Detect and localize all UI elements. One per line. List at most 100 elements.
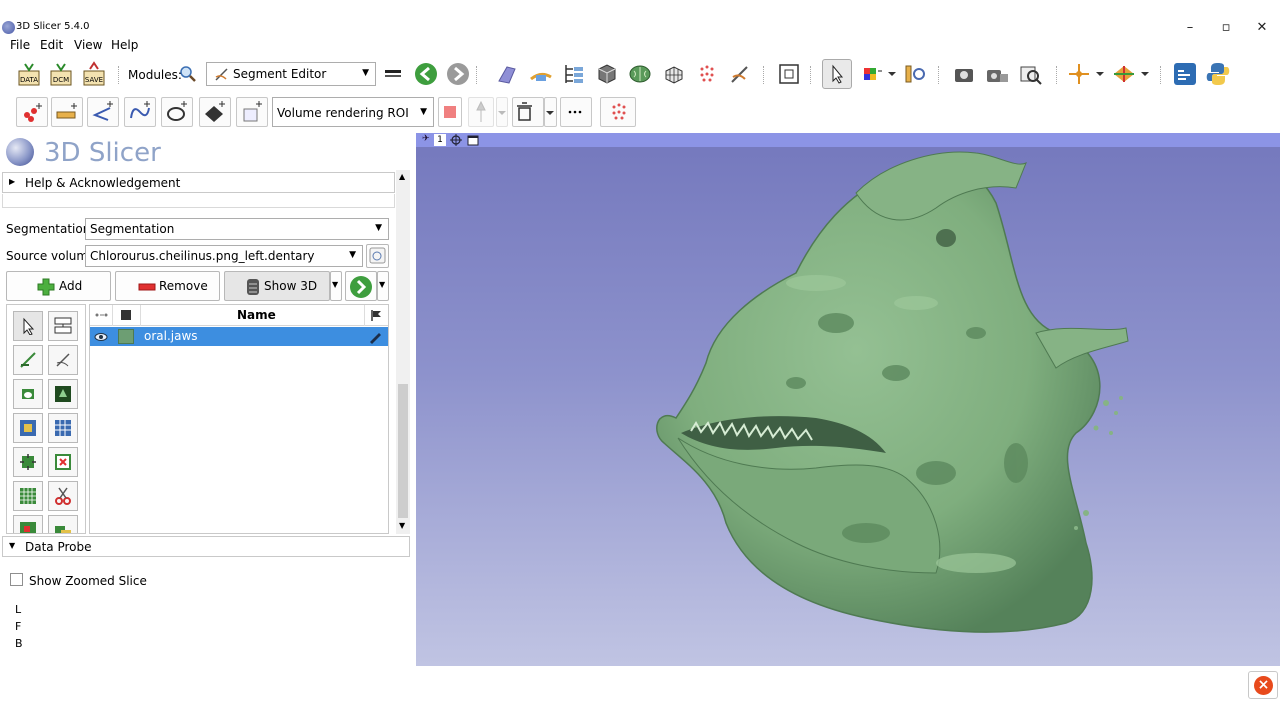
export-segmentation-button[interactable] [345, 271, 377, 301]
models-module-button[interactable] [627, 61, 653, 87]
islands-icon [20, 522, 36, 533]
create-roi-button[interactable] [236, 97, 268, 127]
slice-intersections-button[interactable] [1111, 61, 1137, 87]
slice-intersections-dropdown[interactable] [1139, 61, 1151, 87]
maximize-button[interactable]: ▫ [1209, 18, 1243, 38]
load-dicom-button[interactable]: DCM [48, 61, 74, 87]
layout-button[interactable] [776, 61, 802, 87]
eye-header-icon [95, 313, 108, 317]
create-angle-button[interactable] [87, 97, 119, 127]
effect-none[interactable] [13, 311, 43, 341]
chevron-down-icon [1096, 72, 1104, 76]
menu-edit[interactable]: Edit [40, 38, 63, 52]
source-volume-selector[interactable]: Chlorourus.cheilinus.png_left.dentary ▼ [85, 245, 363, 267]
scroll-down-icon[interactable]: ▼ [399, 521, 405, 530]
jupyter-button[interactable] [1172, 61, 1198, 87]
markup-color-button[interactable] [438, 97, 462, 127]
effect-margin[interactable] [13, 447, 43, 477]
extensions-manager-button[interactable] [984, 61, 1010, 87]
search-view-button[interactable] [1018, 61, 1044, 87]
effect-smoothing[interactable] [13, 481, 43, 511]
effect-fill-between-slices[interactable] [48, 413, 78, 443]
segmentation-selector[interactable]: Segmentation ▼ [85, 218, 389, 240]
data-probe-label: Data Probe [25, 540, 92, 554]
create-curve-button[interactable] [124, 97, 156, 127]
markup-visibility-button[interactable] [468, 97, 494, 127]
show-3d-button[interactable]: Show 3D [224, 271, 330, 301]
effect-islands[interactable] [13, 515, 43, 533]
place-markup-button[interactable] [860, 61, 886, 87]
fiducials-module-button[interactable] [694, 61, 720, 87]
remove-segment-button[interactable]: Remove [115, 271, 220, 301]
create-closed-curve-button[interactable] [161, 97, 193, 127]
save-data-button[interactable]: SAVE [81, 61, 107, 87]
segment-name[interactable]: oral.jaws [144, 329, 198, 343]
delete-markup-dropdown[interactable] [544, 97, 557, 127]
previous-module-button[interactable] [413, 61, 439, 87]
3d-view[interactable]: ✈ 1 [416, 133, 1280, 666]
effect-hollow[interactable] [48, 447, 78, 477]
effect-paint[interactable] [13, 345, 43, 375]
create-point-list-button[interactable] [16, 97, 48, 127]
source-volume-options-button[interactable] [366, 244, 389, 268]
module-search-button[interactable] [178, 64, 198, 84]
screenshot-button[interactable] [951, 61, 977, 87]
create-line-button[interactable] [51, 97, 83, 127]
panel-scrollbar[interactable]: ▲ ▼ [396, 170, 410, 534]
add-segment-button[interactable]: Add [6, 271, 111, 301]
eye-icon[interactable] [94, 331, 108, 343]
show-3d-dropdown[interactable]: ▼ [330, 271, 342, 301]
effect-scissors[interactable] [48, 481, 78, 511]
markup-visibility-dropdown[interactable] [496, 97, 508, 127]
effect-level-tracing[interactable] [48, 379, 78, 409]
menu-file[interactable]: File [10, 38, 30, 52]
effect-paint-toolbar[interactable] [48, 311, 78, 341]
effect-grow-from-seeds[interactable] [13, 413, 43, 443]
segmentations-module-button[interactable] [661, 61, 687, 87]
crosshair-dropdown[interactable] [1094, 61, 1106, 87]
markups-toolbar: Volume rendering ROI ▼ [0, 95, 1280, 131]
data-module-button[interactable] [561, 61, 587, 87]
error-log-button[interactable]: × [1248, 671, 1278, 699]
more-options-button[interactable] [560, 97, 592, 127]
effect-logical-operators[interactable] [48, 515, 78, 533]
effect-draw[interactable] [48, 345, 78, 375]
python-console-button[interactable] [1205, 61, 1231, 87]
toolbar-separator [810, 66, 812, 84]
effect-erase[interactable] [13, 379, 43, 409]
chevron-down-icon: ▼ [420, 107, 427, 117]
load-data-button[interactable]: DATA [16, 61, 42, 87]
crosshair-button[interactable] [1066, 61, 1092, 87]
menu-help[interactable]: Help [111, 38, 138, 52]
crosshair-layout-button[interactable] [902, 61, 928, 87]
module-menu-button[interactable] [380, 61, 406, 87]
segment-color-swatch[interactable] [118, 329, 134, 344]
segment-editor-module-button[interactable] [727, 61, 753, 87]
transforms-module-button[interactable] [528, 61, 554, 87]
help-acknowledgement-section[interactable]: ▶ Help & Acknowledgement [2, 172, 395, 193]
close-window-button[interactable]: ✕ [1245, 18, 1279, 38]
curve-icon [130, 101, 150, 119]
brain-icon [629, 65, 651, 83]
export-dropdown[interactable]: ▼ [377, 271, 389, 301]
next-module-button[interactable] [445, 61, 471, 87]
module-selector[interactable]: Segment Editor ▼ [206, 62, 376, 86]
snap-points-button[interactable] [600, 97, 636, 127]
show-zoomed-slice-checkbox[interactable] [10, 573, 23, 586]
table-row[interactable]: oral.jaws [90, 327, 388, 346]
place-markup-dropdown[interactable] [886, 61, 898, 87]
ruler-icon [905, 65, 925, 83]
edit-pencil-icon[interactable] [368, 330, 382, 344]
data-probe-section[interactable]: ▼ Data Probe [2, 536, 410, 557]
minimize-button[interactable]: – [1173, 18, 1207, 38]
markup-node-selector[interactable]: Volume rendering ROI ▼ [272, 97, 434, 127]
markups-module-button[interactable] [495, 61, 521, 87]
scrollbar-thumb[interactable] [398, 384, 408, 518]
delete-markup-button[interactable] [512, 97, 544, 127]
pointer-mode-button[interactable] [822, 59, 852, 89]
name-column-header[interactable]: Name [237, 308, 276, 322]
volume-rendering-button[interactable] [594, 61, 620, 87]
create-plane-button[interactable] [199, 97, 231, 127]
scroll-up-icon[interactable]: ▲ [399, 172, 405, 181]
menu-view[interactable]: View [74, 38, 102, 52]
